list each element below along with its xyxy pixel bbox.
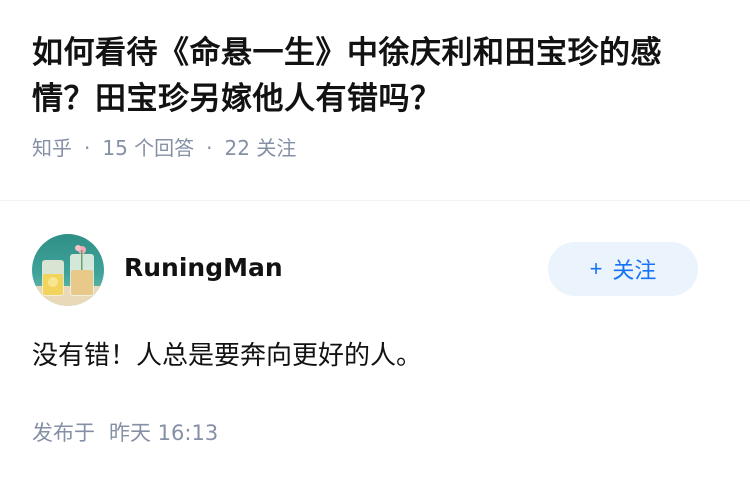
question-header: 如何看待《命悬一生》中徐庆利和田宝珍的感情？田宝珍另嫁他人有错吗？ 知乎 · 1… bbox=[32, 30, 722, 162]
followers-count[interactable]: 22 关注 bbox=[225, 134, 297, 162]
question-meta: 知乎 · 15 个回答 · 22 关注 bbox=[32, 134, 722, 162]
author-name[interactable]: RuningMan bbox=[124, 252, 283, 284]
plus-icon: + bbox=[589, 256, 603, 281]
answer-author: RuningMan + 关注 bbox=[32, 234, 718, 306]
answer-content[interactable]: 没有错！人总是要奔向更好的人。 bbox=[32, 336, 422, 376]
separator-dot: · bbox=[206, 136, 213, 160]
source-label[interactable]: 知乎 bbox=[32, 134, 72, 162]
question-title[interactable]: 如何看待《命悬一生》中徐庆利和田宝珍的感情？田宝珍另嫁他人有错吗？ bbox=[32, 30, 722, 122]
answers-count[interactable]: 15 个回答 bbox=[102, 134, 194, 162]
section-divider bbox=[0, 200, 750, 201]
published-label: 发布于 bbox=[32, 421, 95, 445]
published-time: 昨天 16:13 bbox=[109, 421, 219, 445]
follow-button[interactable]: + 关注 bbox=[548, 242, 698, 296]
separator-dot: · bbox=[84, 136, 91, 160]
avatar[interactable] bbox=[32, 234, 104, 306]
avatar-image bbox=[32, 234, 104, 306]
follow-button-label: 关注 bbox=[612, 258, 657, 283]
published-info: 发布于 昨天 16:13 bbox=[32, 418, 218, 448]
